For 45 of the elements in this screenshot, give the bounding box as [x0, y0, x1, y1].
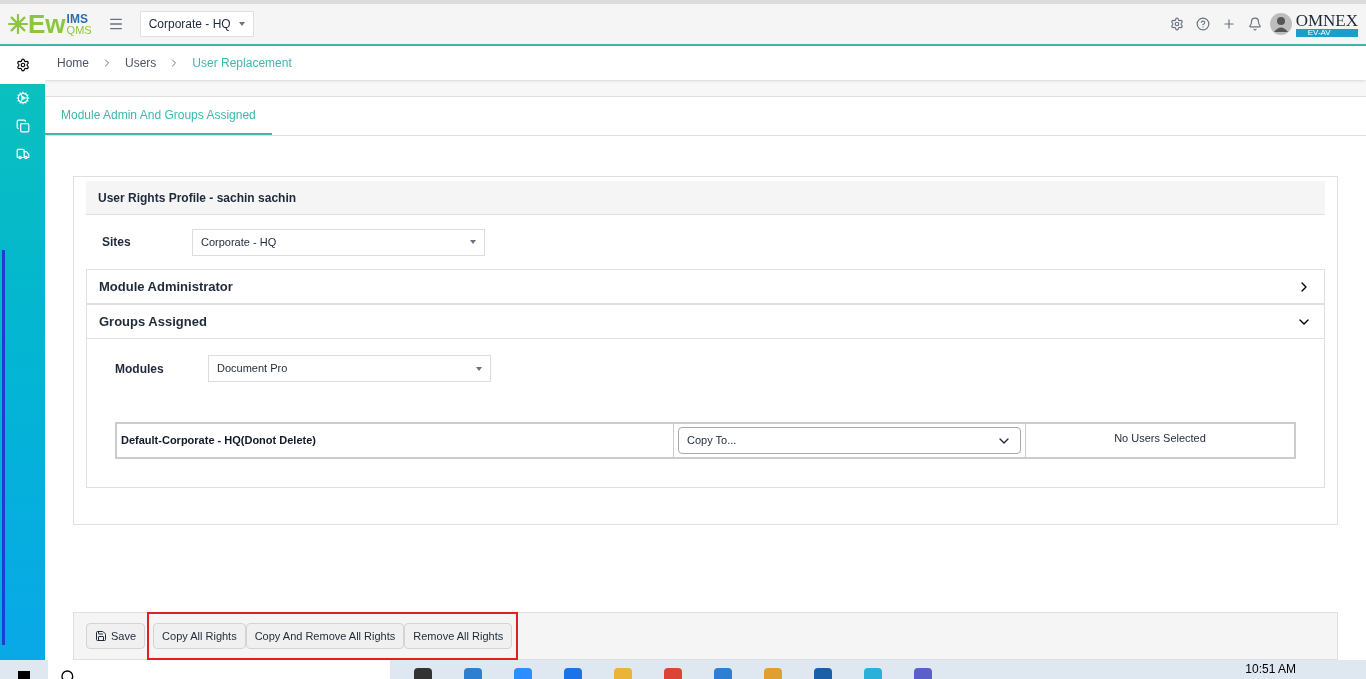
save-icon: [95, 630, 107, 642]
taskbar-app-icon[interactable]: [414, 668, 432, 679]
search-field[interactable]: [48, 660, 390, 679]
copy-to-select[interactable]: Copy To...: [678, 427, 1021, 454]
action-button[interactable]: Copy All Rights: [153, 623, 246, 649]
sunburst-icon: [8, 14, 28, 34]
logo-text: Ew: [28, 11, 66, 37]
caret-icon: [476, 366, 482, 371]
action-button[interactable]: Remove All Rights: [404, 623, 513, 649]
settings-icon[interactable]: [1169, 17, 1184, 31]
truck-icon[interactable]: [15, 147, 30, 161]
taskbar-app-icon[interactable]: [564, 668, 582, 679]
site-selector[interactable]: Corporate - HQ: [139, 11, 254, 37]
gears-icon[interactable]: [15, 91, 30, 105]
help-icon[interactable]: [1195, 17, 1210, 31]
users-cell-text: No Users Selected: [1114, 431, 1206, 446]
action-button[interactable]: Copy And Remove All Rights: [245, 623, 405, 649]
logo-subscript: QMS: [66, 24, 92, 36]
logo-superscript: IMS: [66, 12, 89, 25]
avatar-icon[interactable]: [1269, 13, 1292, 35]
save-button[interactable]: Save: [86, 623, 146, 649]
clock: 10:51 AM: [1245, 661, 1296, 678]
bell-icon[interactable]: [1247, 17, 1262, 31]
field-label: Sites: [102, 234, 132, 251]
gear-icon[interactable]: [15, 58, 30, 72]
breadcrumb-link[interactable]: Users: [125, 54, 157, 72]
add-icon[interactable]: [1221, 17, 1236, 31]
field-label: Modules: [115, 360, 165, 378]
breadcrumb-link[interactable]: Home: [57, 54, 89, 72]
taskbar-app-icon[interactable]: [814, 668, 832, 679]
sidebar-item[interactable]: [0, 46, 45, 84]
menu-icon[interactable]: [107, 16, 124, 32]
modules-dropdown[interactable]: Document Pro: [208, 355, 491, 382]
copy-icon[interactable]: [15, 119, 30, 133]
brand-tag: EV-AV: [1295, 28, 1358, 37]
accordion-header[interactable]: Module Administrator: [87, 270, 1324, 304]
brand-name: OMNEX: [1295, 11, 1358, 29]
group-name-cell: Default-Corporate - HQ(Donot Delete): [117, 424, 674, 457]
caret-icon: [238, 22, 245, 26]
scrollbar[interactable]: [2, 250, 5, 645]
taskbar-app-icon[interactable]: [914, 668, 932, 679]
caret-icon: [470, 240, 476, 244]
card-title: User Rights Profile - sachin sachin: [98, 189, 297, 207]
accordion-header[interactable]: Groups Assigned: [87, 305, 1324, 339]
sites-dropdown[interactable]: Corporate - HQ: [192, 228, 485, 256]
